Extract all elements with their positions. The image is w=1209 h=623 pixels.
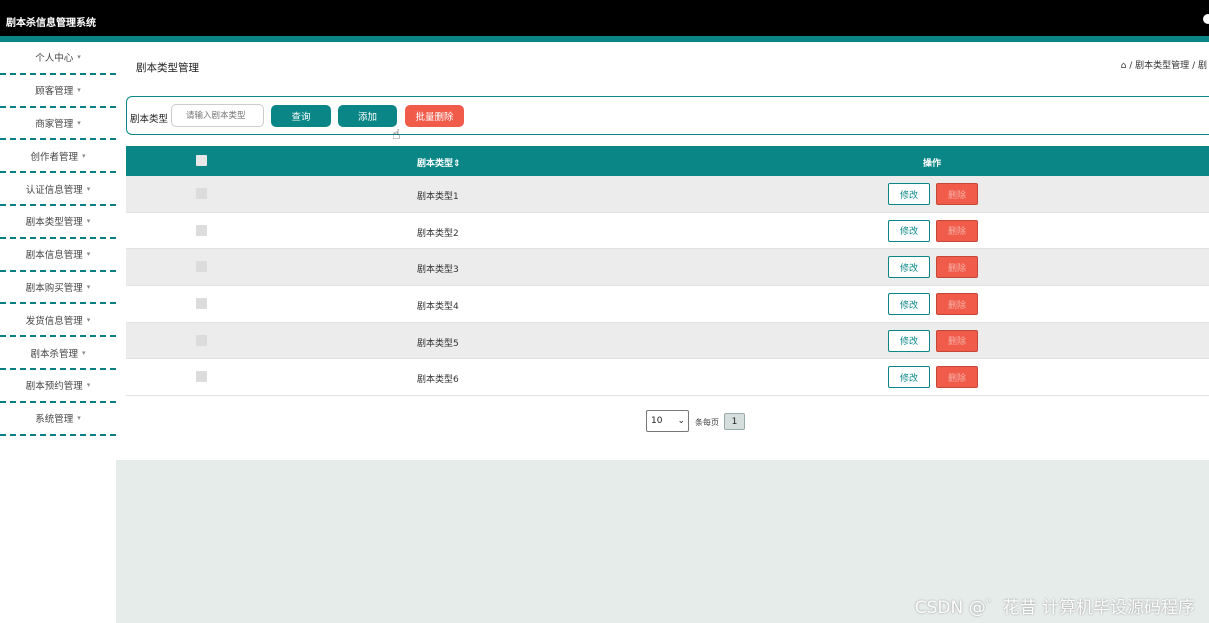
page-number-button[interactable]: 1: [724, 413, 745, 430]
column-header-ops: 操作: [923, 159, 942, 169]
row-type-name: 剧本类型6: [417, 375, 459, 386]
sidebar-item-reservations[interactable]: 剧本预约管理 ▾: [0, 370, 116, 403]
top-bar: 剧本杀信息管理系统: [0, 0, 1209, 36]
chevron-down-icon: ▾: [86, 184, 91, 193]
delete-button[interactable]: 删除: [936, 256, 978, 279]
table-row: 剧本类型4 修改 删除: [126, 286, 1209, 323]
chevron-down-icon: ▾: [86, 282, 91, 291]
delete-button[interactable]: 删除: [936, 366, 978, 389]
avatar[interactable]: [1203, 14, 1209, 24]
row-checkbox[interactable]: [196, 188, 207, 199]
breadcrumb: ⌂ / 剧本类型管理 / 剧: [1120, 61, 1207, 71]
row-checkbox[interactable]: [196, 371, 207, 383]
edit-button[interactable]: 修改: [888, 219, 930, 242]
row-type-name: 剧本类型1: [417, 192, 459, 202]
table-row: 剧本类型2 修改 删除: [126, 212, 1209, 250]
select-all-checkbox[interactable]: [196, 155, 207, 166]
row-checkbox[interactable]: [196, 224, 207, 236]
chevron-down-icon: ▾: [77, 53, 81, 62]
breadcrumb-trail: 剧: [1197, 61, 1207, 71]
delete-button[interactable]: 删除: [936, 329, 978, 352]
row-type-name: 剧本类型5: [417, 338, 459, 349]
sidebar-item-script-types[interactable]: 剧本类型管理 ▾: [0, 206, 116, 239]
chevron-down-icon: ▾: [82, 151, 86, 160]
batch-delete-button[interactable]: 批量删除: [405, 105, 464, 127]
app-title: 剧本杀信息管理系统: [6, 18, 96, 29]
per-page-label: 条每页: [695, 418, 719, 427]
edit-button[interactable]: 修改: [888, 256, 930, 279]
page-size-select[interactable]: 10 ⌄: [646, 410, 689, 432]
row-type-name: 剧本类型3: [417, 265, 459, 276]
chevron-down-icon: ▾: [86, 315, 91, 324]
table-row: 剧本类型1 修改 删除: [126, 176, 1209, 213]
sidebar-item-customers[interactable]: 顾客管理 ▾: [0, 75, 116, 108]
breadcrumb-current[interactable]: 剧本类型管理: [1135, 61, 1189, 71]
search-input[interactable]: [171, 104, 264, 127]
chevron-down-icon: ▾: [82, 348, 86, 357]
sidebar-item-script-purchase[interactable]: 剧本购买管理 ▾: [0, 272, 116, 305]
row-type-name: 剧本类型2: [417, 228, 459, 239]
edit-button[interactable]: 修改: [888, 183, 930, 205]
chevron-down-icon: ⌄: [677, 416, 685, 426]
row-checkbox[interactable]: [196, 298, 207, 310]
chevron-down-icon: ▾: [77, 118, 81, 127]
table-header: 剧本类型⇕ 操作: [126, 146, 1209, 176]
sidebar-item-shipping[interactable]: 发货信息管理 ▾: [0, 304, 116, 338]
sidebar-item-certification[interactable]: 认证信息管理 ▾: [0, 173, 116, 206]
home-icon[interactable]: ⌂: [1121, 61, 1127, 71]
row-checkbox[interactable]: [196, 261, 207, 273]
sidebar-item-script-info[interactable]: 剧本信息管理 ▾: [0, 239, 116, 272]
search-label: 剧本类型: [130, 114, 169, 125]
delete-button[interactable]: 删除: [936, 219, 978, 242]
sidebar-item-creators[interactable]: 创作者管理 ▾: [0, 140, 116, 174]
chevron-down-icon: ▾: [77, 414, 81, 423]
table-row: 剧本类型3 修改 删除: [126, 249, 1209, 287]
data-table: 剧本类型⇕ 操作 剧本类型1 修改 删除 剧本类型2 修改 删除 剧本类型3 修…: [126, 146, 1209, 397]
edit-button[interactable]: 修改: [888, 293, 930, 316]
chevron-down-icon: ▾: [77, 86, 81, 95]
table-row: 剧本类型5 修改 删除: [126, 322, 1209, 360]
sidebar-item-system[interactable]: 系统管理 ▾: [0, 403, 116, 436]
sidebar: 个人中心 ▾ 顾客管理 ▾ 商家管理 ▾ 创作者管理 ▾ 认证信息管理 ▾ 剧本类型管理 ▾…: [0, 42, 116, 623]
watermark: CSDN @゛花昔 计算机毕设源码程序: [914, 598, 1195, 618]
edit-button[interactable]: 修改: [888, 366, 930, 389]
sidebar-item-personal-center[interactable]: 个人中心 ▾: [0, 42, 116, 75]
add-button[interactable]: 添加: [338, 105, 397, 127]
sidebar-item-murder-mystery[interactable]: 剧本杀管理 ▾: [0, 337, 116, 370]
row-checkbox[interactable]: [196, 334, 207, 346]
chevron-down-icon: ▾: [86, 250, 91, 259]
header-accent-strip: [0, 36, 1209, 42]
query-button[interactable]: 查询: [271, 105, 331, 127]
chevron-down-icon: ▾: [86, 381, 91, 390]
sidebar-item-merchants[interactable]: 商家管理 ▾: [0, 108, 116, 141]
delete-button[interactable]: 删除: [936, 183, 978, 205]
page-title: 剧本类型管理: [136, 62, 199, 74]
delete-button[interactable]: 删除: [936, 293, 978, 316]
edit-button[interactable]: 修改: [888, 329, 930, 352]
chevron-down-icon: ▾: [86, 217, 91, 226]
column-header-type[interactable]: 剧本类型⇕: [417, 156, 461, 169]
hand-cursor-icon: ☝: [392, 127, 401, 143]
table-row: 剧本类型6 修改 删除: [126, 359, 1209, 397]
row-type-name: 剧本类型4: [417, 302, 459, 313]
